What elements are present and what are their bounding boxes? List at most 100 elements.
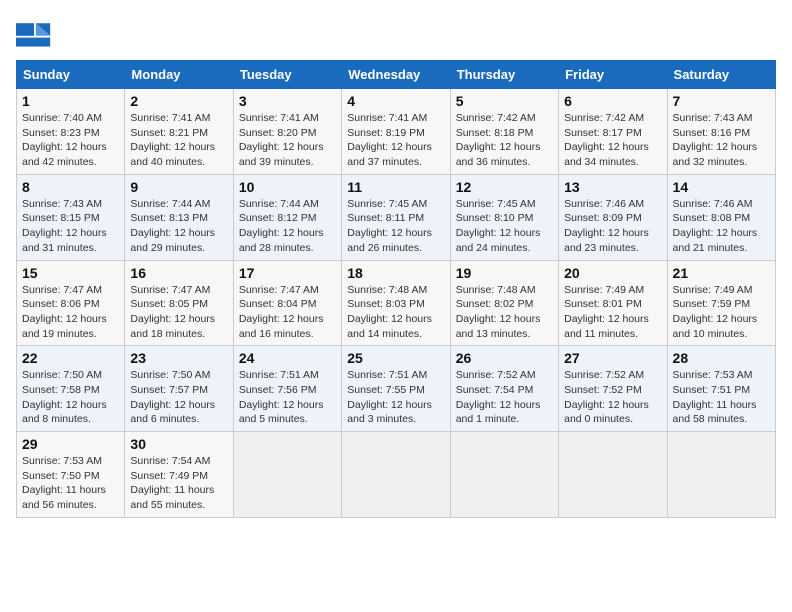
cell-content: Sunrise: 7:52 AMSunset: 7:52 PMDaylight:… xyxy=(564,369,649,425)
calendar-header: SundayMondayTuesdayWednesdayThursdayFrid… xyxy=(17,61,776,89)
cell-content: Sunrise: 7:49 AMSunset: 7:59 PMDaylight:… xyxy=(673,284,758,340)
day-number: 30 xyxy=(130,436,227,452)
calendar-table: SundayMondayTuesdayWednesdayThursdayFrid… xyxy=(16,60,776,518)
cell-content: Sunrise: 7:44 AMSunset: 8:12 PMDaylight:… xyxy=(239,198,324,254)
day-number: 25 xyxy=(347,350,444,366)
day-number: 3 xyxy=(239,93,336,109)
day-number: 28 xyxy=(673,350,770,366)
day-number: 8 xyxy=(22,179,119,195)
calendar-cell: 16 Sunrise: 7:47 AMSunset: 8:05 PMDaylig… xyxy=(125,260,233,346)
day-number: 21 xyxy=(673,265,770,281)
day-number: 27 xyxy=(564,350,661,366)
day-number: 12 xyxy=(456,179,553,195)
calendar-week-3: 15 Sunrise: 7:47 AMSunset: 8:06 PMDaylig… xyxy=(17,260,776,346)
col-header-tuesday: Tuesday xyxy=(233,61,341,89)
calendar-cell: 13 Sunrise: 7:46 AMSunset: 8:09 PMDaylig… xyxy=(559,174,667,260)
calendar-cell: 10 Sunrise: 7:44 AMSunset: 8:12 PMDaylig… xyxy=(233,174,341,260)
calendar-cell: 6 Sunrise: 7:42 AMSunset: 8:17 PMDayligh… xyxy=(559,89,667,175)
calendar-cell: 8 Sunrise: 7:43 AMSunset: 8:15 PMDayligh… xyxy=(17,174,125,260)
cell-content: Sunrise: 7:41 AMSunset: 8:19 PMDaylight:… xyxy=(347,112,432,168)
calendar-cell: 29 Sunrise: 7:53 AMSunset: 7:50 PMDaylig… xyxy=(17,432,125,518)
cell-content: Sunrise: 7:47 AMSunset: 8:06 PMDaylight:… xyxy=(22,284,107,340)
calendar-cell xyxy=(450,432,558,518)
day-number: 22 xyxy=(22,350,119,366)
calendar-cell: 23 Sunrise: 7:50 AMSunset: 7:57 PMDaylig… xyxy=(125,346,233,432)
day-number: 6 xyxy=(564,93,661,109)
day-number: 26 xyxy=(456,350,553,366)
cell-content: Sunrise: 7:43 AMSunset: 8:16 PMDaylight:… xyxy=(673,112,758,168)
calendar-cell: 1 Sunrise: 7:40 AMSunset: 8:23 PMDayligh… xyxy=(17,89,125,175)
cell-content: Sunrise: 7:47 AMSunset: 8:04 PMDaylight:… xyxy=(239,284,324,340)
calendar-cell: 5 Sunrise: 7:42 AMSunset: 8:18 PMDayligh… xyxy=(450,89,558,175)
calendar-cell: 28 Sunrise: 7:53 AMSunset: 7:51 PMDaylig… xyxy=(667,346,775,432)
col-header-wednesday: Wednesday xyxy=(342,61,450,89)
day-number: 4 xyxy=(347,93,444,109)
calendar-week-5: 29 Sunrise: 7:53 AMSunset: 7:50 PMDaylig… xyxy=(17,432,776,518)
day-number: 1 xyxy=(22,93,119,109)
day-number: 7 xyxy=(673,93,770,109)
day-number: 15 xyxy=(22,265,119,281)
cell-content: Sunrise: 7:42 AMSunset: 8:18 PMDaylight:… xyxy=(456,112,541,168)
calendar-cell: 19 Sunrise: 7:48 AMSunset: 8:02 PMDaylig… xyxy=(450,260,558,346)
calendar-cell: 20 Sunrise: 7:49 AMSunset: 8:01 PMDaylig… xyxy=(559,260,667,346)
cell-content: Sunrise: 7:48 AMSunset: 8:03 PMDaylight:… xyxy=(347,284,432,340)
cell-content: Sunrise: 7:52 AMSunset: 7:54 PMDaylight:… xyxy=(456,369,541,425)
cell-content: Sunrise: 7:51 AMSunset: 7:56 PMDaylight:… xyxy=(239,369,324,425)
day-number: 13 xyxy=(564,179,661,195)
calendar-cell: 9 Sunrise: 7:44 AMSunset: 8:13 PMDayligh… xyxy=(125,174,233,260)
page-header xyxy=(16,16,776,52)
col-header-friday: Friday xyxy=(559,61,667,89)
calendar-cell: 15 Sunrise: 7:47 AMSunset: 8:06 PMDaylig… xyxy=(17,260,125,346)
day-number: 14 xyxy=(673,179,770,195)
cell-content: Sunrise: 7:53 AMSunset: 7:51 PMDaylight:… xyxy=(673,369,757,425)
calendar-cell: 25 Sunrise: 7:51 AMSunset: 7:55 PMDaylig… xyxy=(342,346,450,432)
calendar-cell: 18 Sunrise: 7:48 AMSunset: 8:03 PMDaylig… xyxy=(342,260,450,346)
cell-content: Sunrise: 7:41 AMSunset: 8:21 PMDaylight:… xyxy=(130,112,215,168)
day-number: 17 xyxy=(239,265,336,281)
calendar-cell: 17 Sunrise: 7:47 AMSunset: 8:04 PMDaylig… xyxy=(233,260,341,346)
day-number: 29 xyxy=(22,436,119,452)
day-number: 19 xyxy=(456,265,553,281)
calendar-cell: 4 Sunrise: 7:41 AMSunset: 8:19 PMDayligh… xyxy=(342,89,450,175)
cell-content: Sunrise: 7:42 AMSunset: 8:17 PMDaylight:… xyxy=(564,112,649,168)
calendar-cell xyxy=(559,432,667,518)
calendar-cell: 24 Sunrise: 7:51 AMSunset: 7:56 PMDaylig… xyxy=(233,346,341,432)
col-header-thursday: Thursday xyxy=(450,61,558,89)
calendar-cell: 2 Sunrise: 7:41 AMSunset: 8:21 PMDayligh… xyxy=(125,89,233,175)
calendar-cell: 21 Sunrise: 7:49 AMSunset: 7:59 PMDaylig… xyxy=(667,260,775,346)
calendar-cell xyxy=(667,432,775,518)
day-number: 24 xyxy=(239,350,336,366)
day-number: 18 xyxy=(347,265,444,281)
cell-content: Sunrise: 7:45 AMSunset: 8:11 PMDaylight:… xyxy=(347,198,432,254)
cell-content: Sunrise: 7:45 AMSunset: 8:10 PMDaylight:… xyxy=(456,198,541,254)
calendar-week-2: 8 Sunrise: 7:43 AMSunset: 8:15 PMDayligh… xyxy=(17,174,776,260)
logo xyxy=(16,16,56,52)
calendar-cell: 3 Sunrise: 7:41 AMSunset: 8:20 PMDayligh… xyxy=(233,89,341,175)
cell-content: Sunrise: 7:51 AMSunset: 7:55 PMDaylight:… xyxy=(347,369,432,425)
cell-content: Sunrise: 7:54 AMSunset: 7:49 PMDaylight:… xyxy=(130,455,214,511)
calendar-cell xyxy=(233,432,341,518)
day-number: 11 xyxy=(347,179,444,195)
day-number: 20 xyxy=(564,265,661,281)
calendar-cell: 22 Sunrise: 7:50 AMSunset: 7:58 PMDaylig… xyxy=(17,346,125,432)
calendar-cell: 14 Sunrise: 7:46 AMSunset: 8:08 PMDaylig… xyxy=(667,174,775,260)
day-number: 10 xyxy=(239,179,336,195)
cell-content: Sunrise: 7:48 AMSunset: 8:02 PMDaylight:… xyxy=(456,284,541,340)
cell-content: Sunrise: 7:50 AMSunset: 7:57 PMDaylight:… xyxy=(130,369,215,425)
calendar-week-4: 22 Sunrise: 7:50 AMSunset: 7:58 PMDaylig… xyxy=(17,346,776,432)
cell-content: Sunrise: 7:50 AMSunset: 7:58 PMDaylight:… xyxy=(22,369,107,425)
calendar-cell xyxy=(342,432,450,518)
col-header-monday: Monday xyxy=(125,61,233,89)
logo-icon xyxy=(16,16,52,52)
cell-content: Sunrise: 7:46 AMSunset: 8:08 PMDaylight:… xyxy=(673,198,758,254)
calendar-cell: 12 Sunrise: 7:45 AMSunset: 8:10 PMDaylig… xyxy=(450,174,558,260)
day-number: 16 xyxy=(130,265,227,281)
col-header-sunday: Sunday xyxy=(17,61,125,89)
day-number: 23 xyxy=(130,350,227,366)
day-number: 9 xyxy=(130,179,227,195)
cell-content: Sunrise: 7:47 AMSunset: 8:05 PMDaylight:… xyxy=(130,284,215,340)
calendar-cell: 7 Sunrise: 7:43 AMSunset: 8:16 PMDayligh… xyxy=(667,89,775,175)
calendar-cell: 11 Sunrise: 7:45 AMSunset: 8:11 PMDaylig… xyxy=(342,174,450,260)
cell-content: Sunrise: 7:40 AMSunset: 8:23 PMDaylight:… xyxy=(22,112,107,168)
cell-content: Sunrise: 7:49 AMSunset: 8:01 PMDaylight:… xyxy=(564,284,649,340)
